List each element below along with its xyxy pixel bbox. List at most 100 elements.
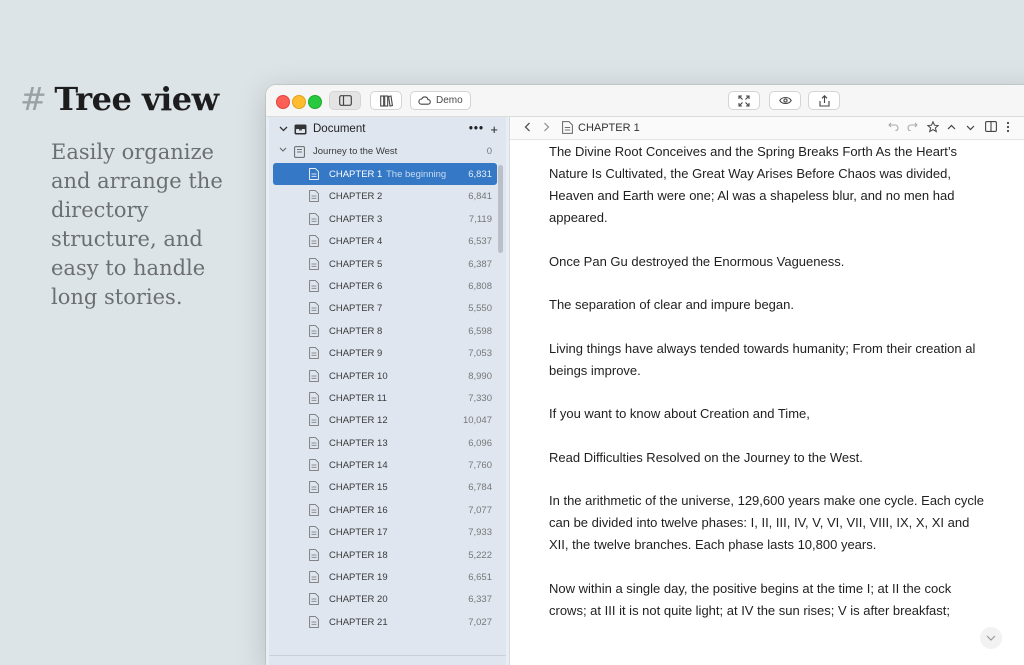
fullscreen-icon: [738, 94, 750, 107]
chapter-word-count: 6,598: [468, 325, 492, 337]
chapter-list: CHAPTER 1 The beginning 6,831 CHAPTER 2 6,84…: [269, 163, 506, 633]
chapter-row[interactable]: CHAPTER 14 7,760: [273, 454, 497, 476]
chapter-word-count: 6,784: [468, 482, 492, 494]
document-section-header[interactable]: Document ••• +: [269, 117, 506, 141]
library-button[interactable]: [370, 91, 402, 110]
document-icon: [309, 526, 319, 539]
document-icon: [309, 369, 319, 382]
book-title: Journey to the West: [313, 146, 398, 157]
chapter-title: CHAPTER 12: [329, 415, 388, 427]
editor-paragraph: The separation of clear and impure began…: [549, 297, 794, 312]
split-view-icon[interactable]: [985, 121, 997, 132]
document-icon: [309, 459, 319, 471]
chapter-title: CHAPTER 3: [329, 213, 383, 225]
chapter-subtitle: The beginning: [386, 169, 447, 180]
document-section-label: Document: [313, 123, 366, 135]
chapter-title: CHAPTER 6: [329, 280, 383, 292]
chapter-title: CHAPTER 16: [329, 504, 388, 516]
chapter-word-count: 6,387: [468, 258, 492, 270]
document-icon: [562, 121, 573, 134]
document-icon: [309, 436, 319, 449]
title-bar: Demo: [266, 85, 1024, 117]
editor-pane: CHAPTER 1 The Divine Root Conceives and …: [510, 117, 1024, 665]
document-icon: [309, 504, 319, 516]
share-button[interactable]: [808, 91, 840, 110]
demo-cloud-button[interactable]: Demo: [410, 91, 471, 110]
chapter-row[interactable]: CHAPTER 2 6,841: [273, 185, 497, 207]
add-item-button[interactable]: +: [490, 122, 498, 137]
chapter-row[interactable]: CHAPTER 19 6,651: [273, 566, 497, 588]
chapter-title: CHAPTER 18: [329, 549, 388, 561]
undo-icon[interactable]: [888, 121, 899, 131]
editor-paragraph: In the arithmetic of the universe, 129,6…: [549, 493, 985, 552]
chapter-row[interactable]: CHAPTER 18 5,222: [273, 544, 497, 566]
forward-arrow-icon[interactable]: [543, 122, 550, 132]
chapter-word-count: 7,760: [468, 460, 492, 472]
chapter-row[interactable]: CHAPTER 21 7,027: [273, 611, 497, 633]
editor-content[interactable]: The Divine Root Conceives and the Spring…: [549, 141, 989, 643]
sidebar: Document ••• + Journey to the West 0 CHA…: [266, 117, 510, 665]
minimize-window-button[interactable]: [292, 95, 306, 109]
chapter-row[interactable]: CHAPTER 10 8,990: [273, 365, 497, 387]
chapter-row[interactable]: CHAPTER 20 6,337: [273, 588, 497, 610]
preview-button[interactable]: [769, 91, 801, 110]
chevron-down-icon[interactable]: [966, 125, 975, 131]
chevron-down-icon[interactable]: [279, 147, 287, 152]
chapter-row[interactable]: CHAPTER 12 10,047: [273, 409, 497, 431]
chapter-word-count: 7,077: [468, 504, 492, 516]
document-icon: [309, 548, 319, 561]
chevron-down-icon[interactable]: [279, 126, 288, 132]
chapter-title: CHAPTER 1: [329, 169, 383, 180]
editor-paragraph: Now within a single day, the positive be…: [549, 580, 952, 618]
chapter-row[interactable]: CHAPTER 1 The beginning 6,831: [273, 163, 497, 186]
chapter-word-count: 10,047: [462, 415, 492, 427]
scroll-down-button[interactable]: [980, 627, 1002, 649]
chapter-title: CHAPTER 5: [329, 258, 383, 270]
editor-paragraph: The Divine Root Conceives and the Spring…: [549, 144, 958, 225]
chapter-title: CHAPTER 20: [329, 594, 388, 606]
editor-document-title: CHAPTER 1: [578, 122, 640, 134]
chapter-word-count: 8,990: [468, 370, 492, 382]
more-vertical-icon[interactable]: [1006, 121, 1010, 133]
chevron-up-icon[interactable]: [947, 124, 956, 130]
document-icon: [309, 571, 319, 583]
chapter-row[interactable]: CHAPTER 5 6,387: [273, 253, 497, 275]
close-window-button[interactable]: [276, 95, 290, 109]
chapter-word-count: 6,841: [468, 191, 492, 203]
toggle-sidebar-button[interactable]: [329, 91, 361, 110]
chapter-row[interactable]: CHAPTER 4 6,537: [273, 230, 497, 252]
chapter-title: CHAPTER 8: [329, 325, 383, 337]
back-arrow-icon[interactable]: [524, 122, 531, 132]
zoom-window-button[interactable]: [308, 95, 322, 109]
chapter-row[interactable]: CHAPTER 8 6,598: [273, 320, 497, 342]
sidebar-footer: [269, 655, 506, 665]
chapter-row[interactable]: CHAPTER 17 7,933: [273, 521, 497, 543]
editor-toolbar: CHAPTER 1: [510, 117, 1024, 140]
fullscreen-button[interactable]: [728, 91, 760, 110]
document-icon: [309, 212, 319, 225]
chapter-word-count: 7,330: [468, 392, 492, 404]
chapter-row[interactable]: CHAPTER 11 7,330: [273, 387, 497, 409]
document-icon: [309, 324, 319, 337]
chapter-row[interactable]: CHAPTER 16 7,077: [273, 499, 497, 521]
redo-icon[interactable]: [907, 121, 918, 131]
sidebar-scrollbar[interactable]: [498, 165, 503, 253]
chapter-title: CHAPTER 21: [329, 616, 388, 628]
chapter-word-count: 7,053: [468, 348, 492, 360]
preview-eye-icon: [778, 96, 792, 105]
document-icon: [309, 257, 319, 270]
book-row[interactable]: Journey to the West 0: [269, 141, 506, 163]
chapter-row[interactable]: CHAPTER 13 6,096: [273, 432, 497, 454]
chapter-row[interactable]: CHAPTER 6 6,808: [273, 275, 497, 297]
drawer-icon: [294, 124, 307, 134]
chapter-word-count: 6,831: [468, 169, 492, 180]
chapter-row[interactable]: CHAPTER 7 5,550: [273, 297, 497, 319]
chapter-row[interactable]: CHAPTER 3 7,119: [273, 208, 497, 230]
chapter-word-count: 7,119: [468, 213, 492, 225]
chapter-row[interactable]: CHAPTER 15 6,784: [273, 476, 497, 498]
chapter-row[interactable]: CHAPTER 9 7,053: [273, 342, 497, 364]
star-icon[interactable]: [927, 121, 939, 133]
more-options-button[interactable]: •••: [469, 123, 484, 135]
chapter-title: CHAPTER 17: [329, 527, 388, 539]
chapter-title: CHAPTER 2: [329, 191, 383, 203]
